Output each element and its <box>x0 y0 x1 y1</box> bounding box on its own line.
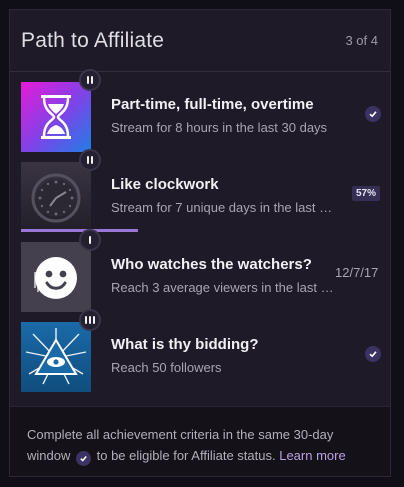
check-icon <box>75 451 91 466</box>
achievement-row[interactable]: Part-time, full-time, overtime Stream fo… <box>10 69 390 152</box>
tier-3-icon <box>79 309 101 331</box>
achievement-description: Stream for 7 unique days in the last 30 … <box>111 200 336 215</box>
completed-date: 12/7/17 <box>335 265 379 280</box>
achievement-title: Who watches the watchers? <box>111 256 312 273</box>
achievement-title: Part-time, full-time, overtime <box>111 96 314 113</box>
tier-1-icon <box>79 229 101 251</box>
check-icon <box>365 346 381 362</box>
clock-icon <box>21 162 91 232</box>
tier-2-icon <box>79 149 101 171</box>
achievement-description: Reach 50 followers <box>111 360 222 375</box>
tier-2-icon <box>79 69 101 91</box>
achievement-title: Like clockwork <box>111 176 219 193</box>
card-header: Path to Affiliate 3 of 4 <box>10 10 390 72</box>
achievement-image <box>21 82 91 152</box>
achievement-image <box>21 322 91 392</box>
achievement-row[interactable]: What is thy bidding? Reach 50 followers <box>10 309 390 392</box>
footer-note: Complete all achievement criteria in the… <box>10 406 390 476</box>
check-icon <box>365 106 381 122</box>
achievement-description: Reach 3 average viewers in the last 30 d… <box>111 280 336 295</box>
progress-percent-badge: 57% <box>352 186 381 201</box>
path-to-affiliate-card: Path to Affiliate 3 of 4 Part-time, full… <box>9 9 391 477</box>
card-title: Path to Affiliate <box>21 28 165 52</box>
achievement-row[interactable]: Like clockwork Stream for 7 unique days … <box>10 149 390 232</box>
achievement-title: What is thy bidding? <box>111 336 259 353</box>
footer-text: to be eligible for Affiliate status. <box>96 448 276 463</box>
achievement-description: Stream for 8 hours in the last 30 days <box>111 120 328 135</box>
achievement-row[interactable]: Who watches the watchers? Reach 3 averag… <box>10 229 390 312</box>
achievement-image <box>21 162 91 232</box>
progress-counter: 3 of 4 <box>345 33 378 48</box>
eye-pyramid-icon <box>21 322 91 392</box>
learn-more-link[interactable]: Learn more <box>279 448 345 463</box>
smiley-face-icon <box>21 242 91 312</box>
hourglass-icon <box>21 82 91 152</box>
achievement-image <box>21 242 91 312</box>
